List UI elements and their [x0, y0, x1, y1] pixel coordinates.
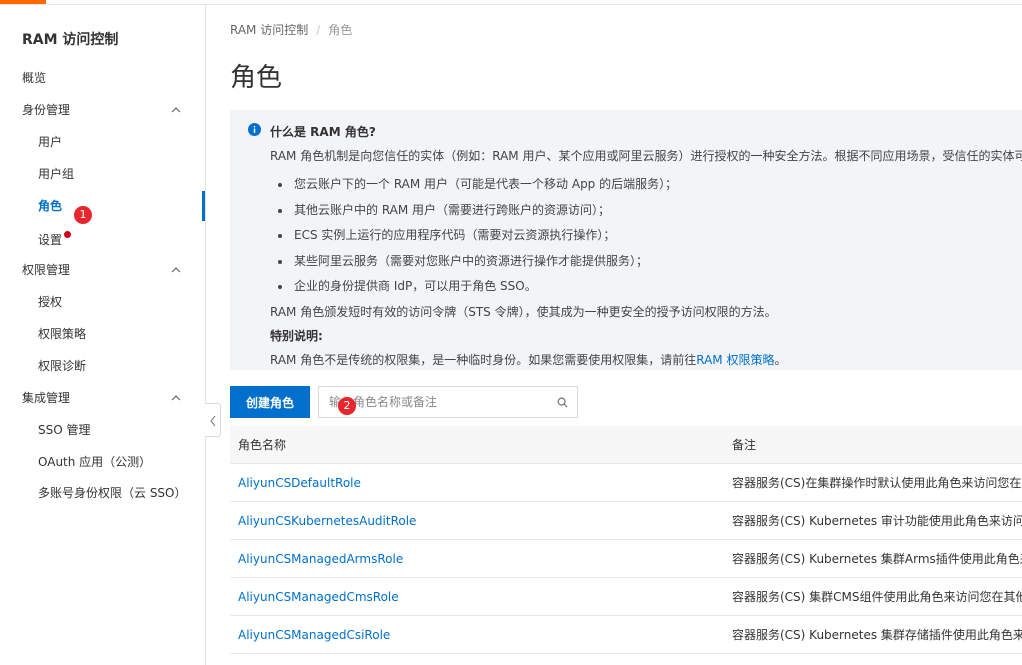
- sidebar-item-overview[interactable]: 概览: [0, 63, 205, 93]
- sidebar-item-roles[interactable]: 角色: [0, 191, 205, 221]
- sidebar-group-identity[interactable]: 身份管理: [0, 95, 205, 125]
- sidebar-item-label: 设置: [38, 233, 63, 247]
- sidebar-title: RAM 访问控制: [22, 32, 119, 48]
- breadcrumb-separator: /: [316, 23, 321, 37]
- table-header: 角色名称 备注: [230, 426, 1022, 464]
- sidebar-item-label: 集成管理: [22, 391, 71, 405]
- sidebar-item-label: SSO 管理: [38, 423, 91, 437]
- role-remark: 容器服务(CS) 集群CMS组件使用此角色来访问您在其他云产品中的资源: [732, 590, 1022, 604]
- table-row: AliyunCSManagedCmsRole 容器服务(CS) 集群CMS组件使…: [230, 578, 1022, 616]
- sidebar-item-policies[interactable]: 权限策略: [0, 319, 205, 349]
- role-remark: 容器服务(CS) Kubernetes 审计功能使用此角色来访问您在其他云产品: [732, 514, 1022, 528]
- sidebar-item-label: 权限策略: [38, 327, 87, 341]
- top-bar: [0, 0, 1022, 5]
- info-panel: 什么是 RAM 角色? RAM 角色机制是向您信任的实体（例如：RAM 用户、某…: [230, 110, 1022, 370]
- sidebar-item-label: OAuth 应用（公测）: [38, 455, 152, 469]
- breadcrumb-current: 角色: [328, 23, 353, 37]
- sidebar-item-label: 角色: [38, 199, 63, 213]
- role-name-link[interactable]: AliyunCSKubernetesAuditRole: [238, 502, 416, 540]
- table-row: AliyunCSKubernetesAuditRole 容器服务(CS) Kub…: [230, 502, 1022, 540]
- sidebar-item-user-groups[interactable]: 用户组: [0, 159, 205, 189]
- info-note: RAM 角色不是传统的权限集，是一种临时身份。如果您需要使用权限集，请前往RAM…: [270, 351, 786, 368]
- page-title: 角色: [230, 63, 283, 93]
- sidebar-item-label: 权限诊断: [38, 359, 87, 373]
- role-name-link[interactable]: AliyunCSManagedCsiRole: [238, 616, 390, 654]
- info-title: 什么是 RAM 角色?: [270, 125, 376, 139]
- table-row: AliyunCSDefaultRole 容器服务(CS)在集群操作时默认使用此角…: [230, 464, 1022, 502]
- list-item: 某些阿里云服务（需要对您账户中的资源进行操作才能提供服务）；: [278, 249, 677, 275]
- role-remark: 容器服务(CS) Kubernetes 集群存储插件使用此角色来访问您在其他: [732, 628, 1022, 642]
- sidebar-item-label: 权限管理: [22, 263, 71, 277]
- sidebar-item-oauth[interactable]: OAuth 应用（公测）: [0, 447, 205, 477]
- ram-policy-link[interactable]: RAM 权限策略: [696, 353, 774, 367]
- chevron-up-icon: [171, 107, 181, 113]
- role-name-link[interactable]: AliyunCSManagedCmsRole: [238, 578, 399, 616]
- sidebar-item-label: 用户组: [38, 167, 75, 181]
- sidebar-item-label: 多账号身份权限（云 SSO）: [38, 486, 187, 500]
- chevron-up-icon: [171, 267, 181, 273]
- roles-table: 角色名称 备注 AliyunCSDefaultRole 容器服务(CS)在集群操…: [230, 426, 1022, 654]
- search-icon[interactable]: [557, 397, 568, 408]
- info-note-end: 。: [774, 353, 787, 367]
- table-row: AliyunCSManagedCsiRole 容器服务(CS) Kubernet…: [230, 616, 1022, 654]
- step-badge: 1: [74, 206, 92, 224]
- sidebar-item-label: 身份管理: [22, 103, 71, 117]
- role-remark: 容器服务(CS)在集群操作时默认使用此角色来访问您在其他云产品: [732, 476, 1022, 490]
- sidebar-item-grants[interactable]: 授权: [0, 287, 205, 317]
- breadcrumb-root[interactable]: RAM 访问控制: [230, 23, 308, 37]
- info-paragraph: RAM 角色颁发短时有效的访问令牌（STS 令牌），使其成为一种更安全的授予访问…: [270, 305, 777, 319]
- sidebar-item-users[interactable]: 用户: [0, 127, 205, 157]
- sidebar-item-label: 用户: [38, 135, 63, 149]
- role-remark: 容器服务(CS) Kubernetes 集群Arms插件使用此角色来访问您在其他: [732, 552, 1022, 566]
- list-item: 其他云账户中的 RAM 用户（需要进行跨账户的资源访问）；: [278, 198, 677, 224]
- step-badge: 2: [338, 397, 356, 415]
- chevron-up-icon: [171, 395, 181, 401]
- sidebar: RAM 访问控制 概览 身份管理 用户 用户组 角色 设置 权限管理 授权 权限…: [0, 5, 206, 665]
- sidebar-group-integration[interactable]: 集成管理: [0, 383, 205, 413]
- list-item: ECS 实例上运行的应用程序代码（需要对云资源执行操作）；: [278, 223, 677, 249]
- info-description: RAM 角色机制是向您信任的实体（例如：RAM 用户、某个应用或阿里云服务）进行…: [270, 149, 1022, 163]
- main-content: RAM 访问控制 / 角色 角色 什么是 RAM 角色? RAM 角色机制是向您信任…: [206, 5, 1022, 665]
- sidebar-item-sso[interactable]: SSO 管理: [0, 415, 205, 445]
- info-note-text: RAM 角色不是传统的权限集，是一种临时身份。如果您需要使用权限集，请前往: [270, 353, 697, 367]
- sidebar-item-diagnostics[interactable]: 权限诊断: [0, 351, 205, 381]
- sidebar-item-settings[interactable]: 设置: [0, 225, 205, 255]
- column-header-name: 角色名称: [238, 438, 287, 452]
- role-name-link[interactable]: AliyunCSManagedArmsRole: [238, 540, 403, 578]
- role-name-link[interactable]: AliyunCSDefaultRole: [238, 464, 361, 502]
- info-icon: [248, 123, 261, 136]
- sidebar-item-cloud-sso[interactable]: 多账号身份权限（云 SSO）: [0, 478, 205, 508]
- breadcrumb: RAM 访问控制 / 角色: [230, 21, 352, 38]
- info-note-heading: 特别说明:: [270, 329, 323, 343]
- search-box: [318, 386, 578, 418]
- table-row: AliyunCSManagedArmsRole 容器服务(CS) Kuberne…: [230, 540, 1022, 578]
- create-role-button[interactable]: 创建角色: [230, 386, 310, 418]
- sidebar-item-label: 授权: [38, 295, 63, 309]
- column-header-remark: 备注: [732, 438, 757, 452]
- list-item: 您云账户下的一个 RAM 用户（可能是代表一个移动 App 的后端服务）；: [278, 172, 677, 198]
- list-item: 企业的身份提供商 IdP，可以用于角色 SSO。: [278, 274, 677, 300]
- info-bullet-list: 您云账户下的一个 RAM 用户（可能是代表一个移动 App 的后端服务）； 其他…: [278, 172, 677, 300]
- sidebar-item-label: 概览: [22, 71, 47, 85]
- notification-dot: [64, 231, 71, 238]
- sidebar-group-permissions[interactable]: 权限管理: [0, 255, 205, 285]
